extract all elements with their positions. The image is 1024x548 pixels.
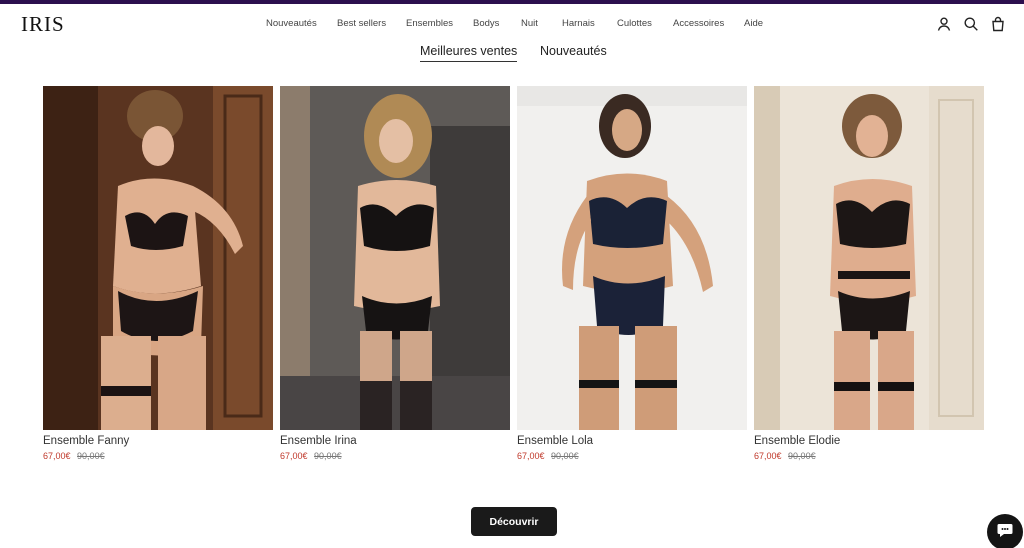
chat-widget-button[interactable]: [987, 514, 1023, 548]
product-card[interactable]: Ensemble Lola 67,00€ 90,00€: [517, 86, 747, 461]
nav-item-ensembles[interactable]: Ensembles: [406, 18, 453, 29]
sale-price: 67,00€: [754, 451, 782, 461]
product-name[interactable]: Ensemble Elodie: [754, 435, 984, 447]
compare-price: 90,00€: [314, 451, 342, 461]
product-image[interactable]: [280, 86, 510, 430]
search-icon[interactable]: [963, 16, 979, 32]
compare-price: 90,00€: [77, 451, 105, 461]
chat-bubble-icon: [996, 521, 1014, 544]
product-card[interactable]: Ensemble Fanny 67,00€ 90,00€: [43, 86, 273, 461]
sale-price: 67,00€: [280, 451, 308, 461]
nav-item-bodys[interactable]: Bodys: [473, 18, 499, 29]
nav-item-best-sellers[interactable]: Best sellers: [337, 18, 386, 29]
nav-item-aide[interactable]: Aide: [744, 18, 763, 29]
nav-item-harnais[interactable]: Harnais: [562, 18, 595, 29]
product-price: 67,00€ 90,00€: [43, 451, 273, 461]
tab-meilleures-ventes[interactable]: Meilleures ventes: [420, 44, 518, 62]
product-name[interactable]: Ensemble Fanny: [43, 435, 273, 447]
compare-price: 90,00€: [788, 451, 816, 461]
product-card[interactable]: Ensemble Irina 67,00€ 90,00€: [280, 86, 510, 461]
product-price: 67,00€ 90,00€: [754, 451, 984, 461]
nav-item-nuit[interactable]: Nuit: [521, 18, 538, 29]
product-name[interactable]: Ensemble Lola: [517, 435, 747, 447]
site-header: IRIS Nouveautés Best sellers Ensembles B…: [0, 4, 1024, 44]
nav-item-accessoires[interactable]: Accessoires: [673, 18, 724, 29]
main-nav: Nouveautés Best sellers Ensembles Bodys …: [0, 18, 1024, 32]
discover-button[interactable]: Découvrir: [471, 507, 557, 536]
product-name[interactable]: Ensemble Irina: [280, 435, 510, 447]
product-card[interactable]: Ensemble Elodie 67,00€ 90,00€: [754, 86, 984, 461]
product-price: 67,00€ 90,00€: [280, 451, 510, 461]
cart-icon[interactable]: [990, 16, 1006, 32]
product-price: 67,00€ 90,00€: [517, 451, 747, 461]
sale-price: 67,00€: [517, 451, 545, 461]
product-image[interactable]: [754, 86, 984, 430]
nav-item-culottes[interactable]: Culottes: [617, 18, 652, 29]
sale-price: 67,00€: [43, 451, 71, 461]
product-image[interactable]: [517, 86, 747, 430]
tab-nouveautes[interactable]: Nouveautés: [540, 44, 607, 58]
collection-tabs: Meilleures ventes Nouveautés: [0, 44, 1024, 64]
account-icon[interactable]: [936, 16, 952, 32]
compare-price: 90,00€: [551, 451, 579, 461]
nav-item-nouveautes[interactable]: Nouveautés: [266, 18, 317, 29]
product-image[interactable]: [43, 86, 273, 430]
